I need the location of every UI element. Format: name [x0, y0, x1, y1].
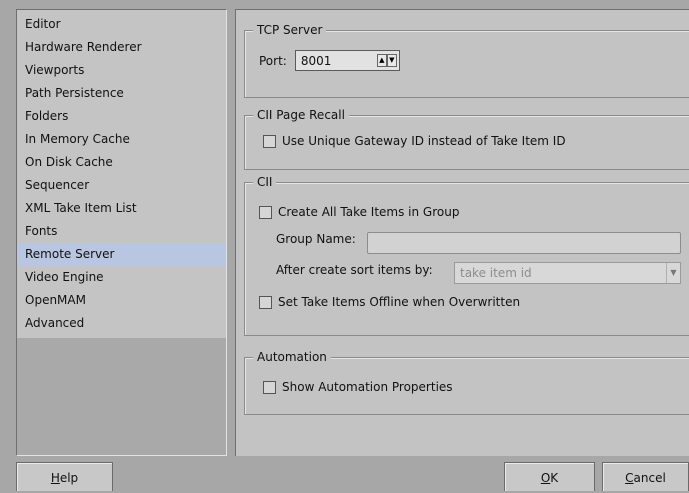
sort-items-value: take item id: [460, 266, 532, 280]
settings-panel: TCP Server Port: 8001 ▲ ▼ CII Page Recal…: [235, 9, 689, 456]
set-offline-label[interactable]: Set Take Items Offline when Overwritten: [278, 295, 520, 309]
category-list: Editor Hardware Renderer Viewports Path …: [17, 10, 226, 338]
ok-label: K: [550, 471, 559, 485]
category-item-advanced[interactable]: Advanced: [17, 312, 226, 335]
category-item-folders[interactable]: Folders: [17, 105, 226, 128]
category-item-xml-take-item-list[interactable]: XML Take Item List: [17, 197, 226, 220]
create-all-take-items-checkbox[interactable]: [259, 205, 272, 219]
set-offline-checkbox[interactable]: [259, 295, 272, 309]
cancel-label: ancel: [633, 471, 666, 485]
port-label: Port:: [259, 53, 287, 68]
category-item-path-persistence[interactable]: Path Persistence: [17, 82, 226, 105]
cii-page-recall-group-title: CII Page Recall: [253, 107, 349, 123]
chevron-down-icon[interactable]: ▼: [666, 263, 680, 283]
category-item-hardware-renderer[interactable]: Hardware Renderer: [17, 36, 226, 59]
help-mnemonic: H: [50, 471, 60, 485]
group-name-input[interactable]: [367, 232, 681, 254]
cii-group: CII Create All Take Items in Group Group…: [244, 174, 689, 336]
category-item-remote-server[interactable]: Remote Server: [17, 243, 226, 266]
group-name-label: Group Name:: [276, 232, 356, 246]
category-item-in-memory-cache[interactable]: In Memory Cache: [17, 128, 226, 151]
cancel-mnemonic: C: [625, 471, 634, 485]
unique-gateway-label[interactable]: Use Unique Gateway ID instead of Take It…: [282, 134, 566, 148]
cancel-button[interactable]: Cancel: [602, 462, 689, 491]
help-button[interactable]: Help: [16, 462, 113, 491]
category-item-fonts[interactable]: Fonts: [17, 220, 226, 243]
sort-items-select[interactable]: take item id ▼: [454, 262, 681, 284]
tcp-server-group-title: TCP Server: [253, 22, 327, 38]
category-item-openmam[interactable]: OpenMAM: [17, 289, 226, 312]
category-item-video-engine[interactable]: Video Engine: [17, 266, 226, 289]
create-all-take-items-label[interactable]: Create All Take Items in Group: [278, 205, 459, 219]
ok-mnemonic: O: [540, 471, 551, 485]
cii-page-recall-group: CII Page Recall Use Unique Gateway ID in…: [244, 107, 689, 170]
port-value[interactable]: 8001: [301, 54, 377, 68]
ok-button[interactable]: OK: [504, 462, 595, 491]
show-automation-checkbox[interactable]: [263, 380, 276, 394]
category-item-editor[interactable]: Editor: [17, 13, 226, 36]
sort-items-label: After create sort items by:: [276, 263, 433, 277]
category-item-sequencer[interactable]: Sequencer: [17, 174, 226, 197]
show-automation-label[interactable]: Show Automation Properties: [282, 380, 453, 394]
port-spinbox[interactable]: 8001 ▲ ▼: [294, 50, 400, 71]
spin-down-icon[interactable]: ▼: [386, 54, 397, 67]
category-item-viewports[interactable]: Viewports: [17, 59, 226, 82]
unique-gateway-checkbox[interactable]: [263, 134, 276, 148]
automation-group: Automation Show Automation Properties: [244, 349, 689, 415]
category-item-on-disk-cache[interactable]: On Disk Cache: [17, 151, 226, 174]
category-panel: Editor Hardware Renderer Viewports Path …: [16, 9, 227, 456]
help-label: elp: [59, 471, 79, 485]
automation-group-title: Automation: [253, 349, 331, 365]
tcp-server-group: TCP Server Port: 8001 ▲ ▼: [244, 22, 689, 98]
cii-group-title: CII: [253, 174, 277, 190]
spin-up-icon[interactable]: ▲: [376, 54, 387, 67]
